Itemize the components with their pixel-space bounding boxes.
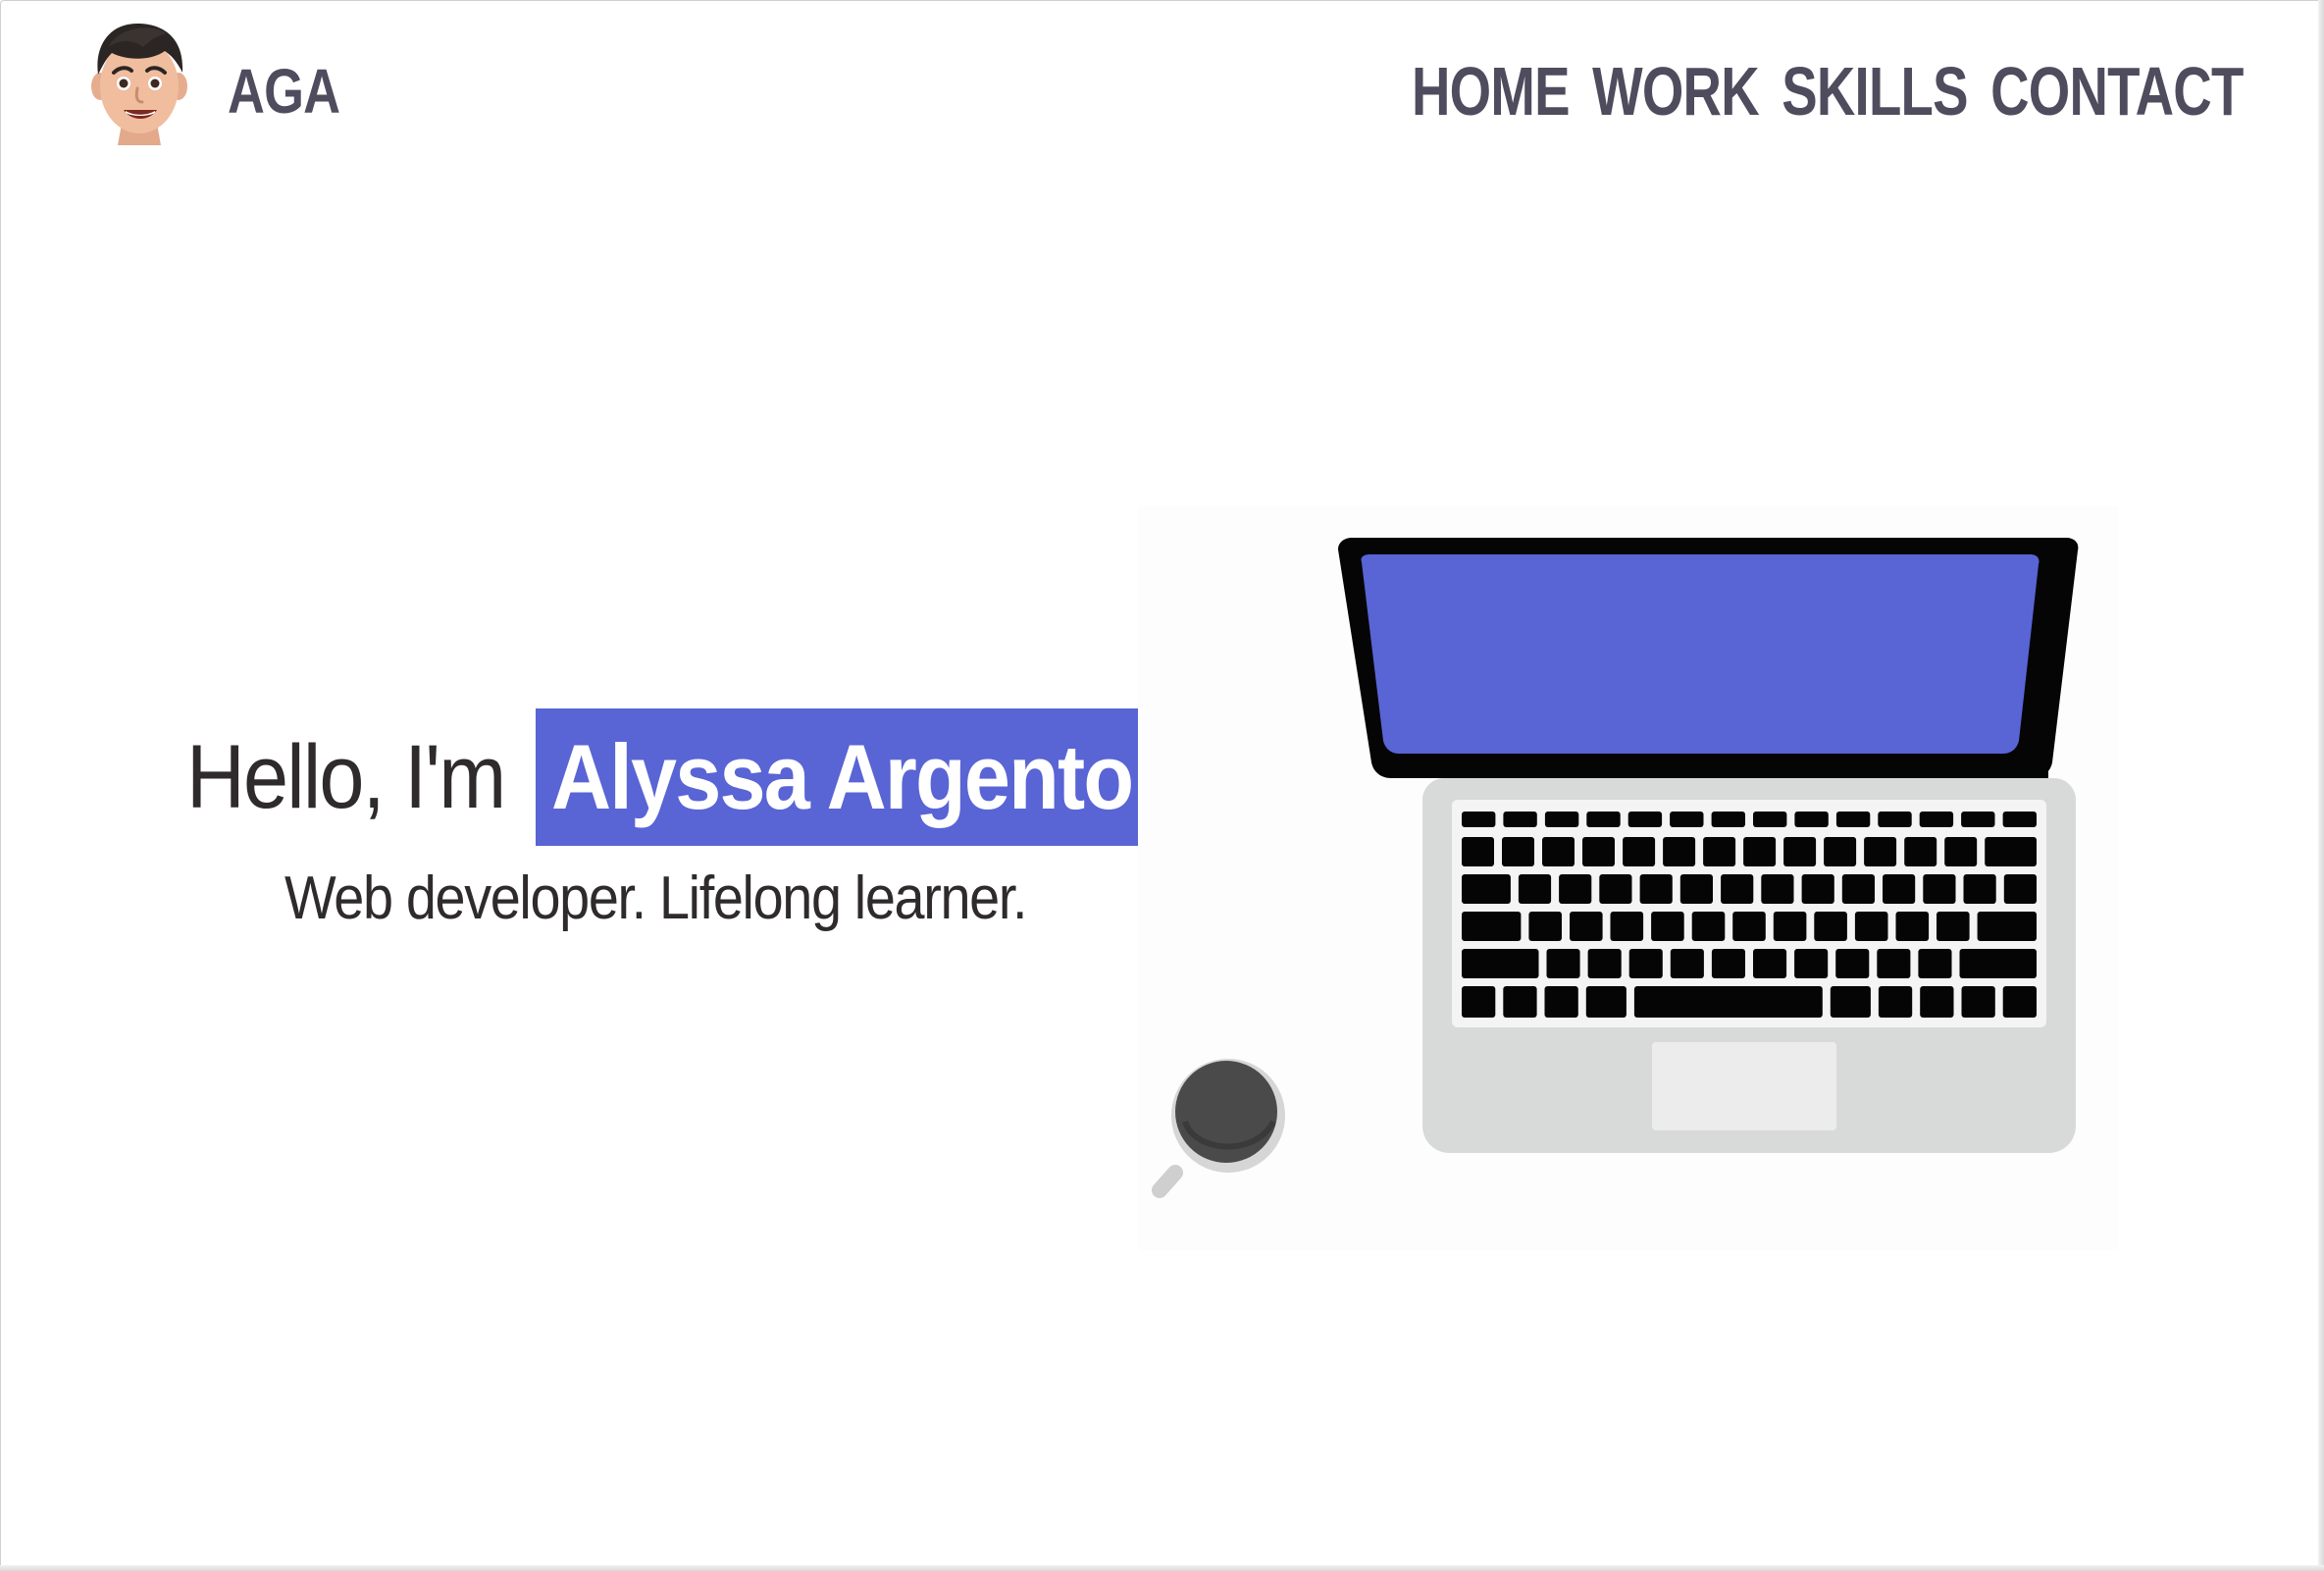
keyboard-key	[1570, 912, 1603, 941]
keyboard-key	[1985, 837, 2037, 866]
keyboard-key	[1841, 874, 1875, 904]
keyboard-key	[1462, 912, 1522, 941]
keyboard-key	[1732, 912, 1766, 941]
keyboard-key	[1502, 837, 1534, 866]
hero-heading: Hello, I'm Alyssa Argento	[186, 708, 1144, 846]
nav-home[interactable]: HOME	[1413, 55, 1571, 128]
keyboard-key	[1711, 812, 1745, 827]
keyboard-key	[1663, 837, 1696, 866]
nav-work[interactable]: WORK	[1593, 55, 1761, 128]
keyboard-key	[1542, 837, 1575, 866]
keyboard-key	[1627, 812, 1663, 827]
keyboard-key	[1794, 949, 1829, 978]
keyboard-key	[1503, 812, 1537, 827]
keyboard-key	[1544, 986, 1578, 1018]
keyboard-key	[1883, 874, 1916, 904]
keyboard-key	[1824, 837, 1857, 866]
nav-contact[interactable]: CONTACT	[1991, 55, 2245, 128]
keyboard-key	[1503, 986, 1537, 1018]
keyboard-key	[1528, 912, 1562, 941]
hero-tagline: Web developer. Lifelong learner.	[284, 864, 1027, 932]
keyboard-key	[1761, 874, 1794, 904]
keyboard-key	[1904, 837, 1937, 866]
keyboard-key	[2003, 874, 2037, 904]
keyboard-key	[1628, 949, 1663, 978]
keyboard-key	[1623, 837, 1656, 866]
keyboard-key	[2002, 986, 2037, 1018]
keyboard-key	[1918, 949, 1952, 978]
keyboard-key	[1518, 874, 1552, 904]
keyboard-key	[1801, 874, 1834, 904]
keyboard-key	[1610, 912, 1644, 941]
frame-edge-right	[2318, 0, 2324, 1571]
keyboard-key	[1895, 912, 1930, 941]
keyboard-key	[1814, 912, 1847, 941]
keyboard-keys	[1462, 812, 2037, 1018]
keyboard-key	[1961, 812, 1995, 827]
keyboard-key	[1585, 986, 1627, 1018]
keyboard-key	[1773, 912, 1807, 941]
keyboard-key	[1544, 812, 1579, 827]
keyboard-key	[1599, 874, 1632, 904]
keyboard-key	[1878, 812, 1912, 827]
keyboard-key	[1670, 812, 1704, 827]
keyboard-key	[1783, 837, 1817, 866]
main-nav: HOME WORK SKILLS CONTACT	[1413, 55, 2245, 128]
keyboard-key	[1679, 874, 1713, 904]
hero-greeting: Hello, I'm	[186, 726, 506, 827]
keyboard-key	[1961, 986, 1995, 1018]
keyboard-key	[1721, 874, 1754, 904]
laptop-illustration	[1138, 505, 2119, 1251]
keyboard-key	[1462, 986, 1496, 1018]
keyboard-key	[1959, 949, 2037, 978]
keyboard-key	[1582, 837, 1615, 866]
keyboard-key	[1691, 912, 1726, 941]
keyboard-key	[1462, 949, 1539, 978]
keyboard-key	[1462, 874, 1511, 904]
keyboard-key	[1877, 949, 1911, 978]
keyboard-key	[1670, 949, 1704, 978]
keyboard-key	[1462, 837, 1494, 866]
keyboard-key	[1923, 874, 1956, 904]
keyboard-key	[1835, 949, 1870, 978]
keyboard-key	[1639, 874, 1673, 904]
keyboard-key	[1919, 812, 1954, 827]
keyboard-key	[1711, 949, 1745, 978]
keyboard-key	[1794, 812, 1829, 827]
keyboard-key	[1830, 986, 1871, 1018]
keyboard-key	[1854, 912, 1888, 941]
keyboard-key	[1753, 949, 1787, 978]
keyboard-key	[1703, 837, 1736, 866]
site-logo-text[interactable]: AGA	[228, 57, 340, 126]
name-highlight: Alyssa Argento	[536, 708, 1144, 846]
keyboard-key	[1743, 837, 1777, 866]
keyboard-key	[1559, 874, 1592, 904]
nav-skills[interactable]: SKILLS	[1782, 55, 1969, 128]
keyboard-key	[1753, 812, 1787, 827]
keyboard-key	[1462, 812, 1496, 827]
keyboard-key	[1835, 812, 1871, 827]
keyboard-key	[1651, 912, 1684, 941]
keyboard-key	[1878, 986, 1913, 1018]
avatar-icon[interactable]	[88, 18, 190, 149]
keyboard-key	[1546, 949, 1580, 978]
keyboard-key	[1586, 812, 1621, 827]
keyboard-key	[1977, 912, 2037, 941]
keyboard-key	[1633, 986, 1823, 1018]
keyboard-key	[1963, 874, 1996, 904]
keyboard-key	[1920, 986, 1954, 1018]
frame-edge-bottom	[0, 1565, 2324, 1571]
keyboard-key	[1944, 837, 1978, 866]
keyboard-key	[1587, 949, 1622, 978]
keyboard-key	[1864, 837, 1897, 866]
keyboard-key	[2002, 812, 2037, 827]
hero-name: Alyssa Argento	[551, 725, 1134, 828]
keyboard-key	[1937, 912, 1970, 941]
